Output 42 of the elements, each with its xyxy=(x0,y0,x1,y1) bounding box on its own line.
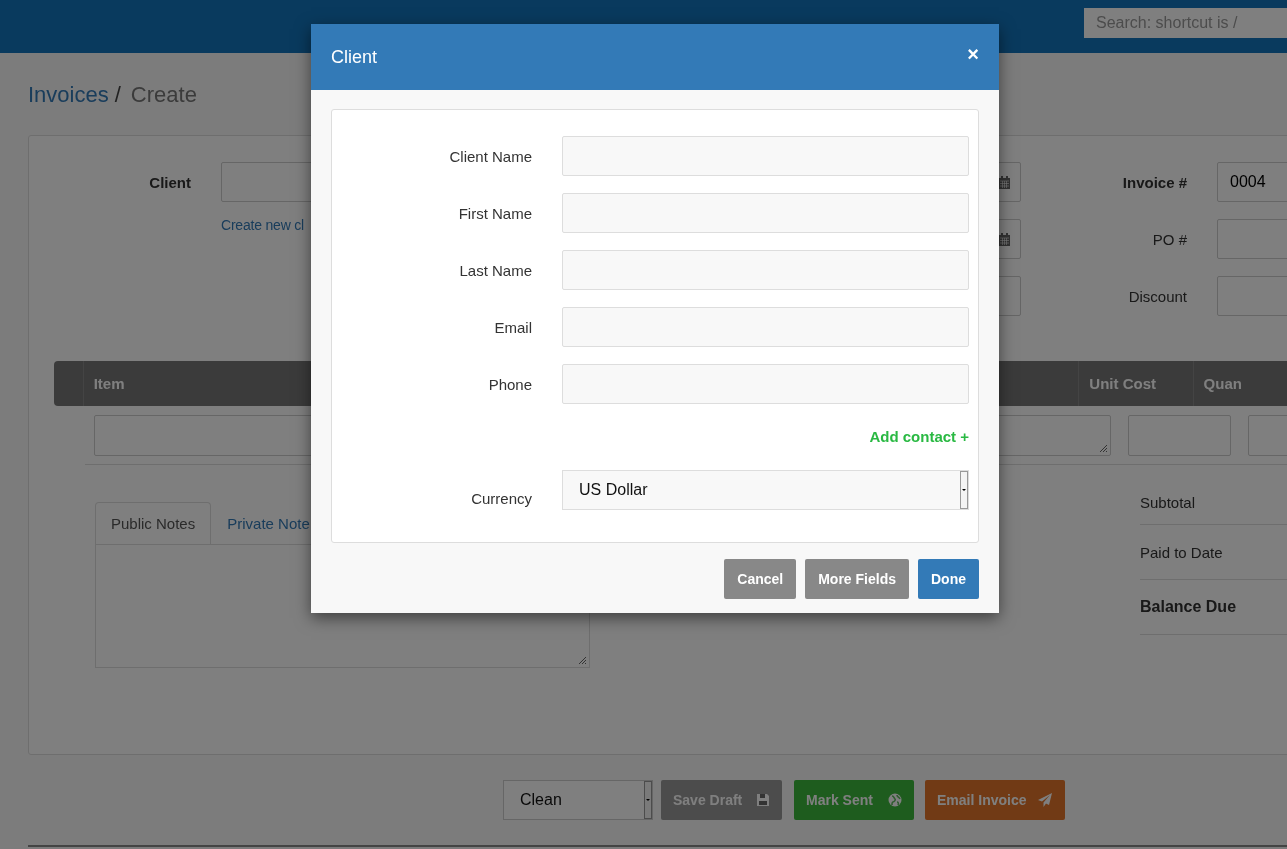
mark-sent-button[interactable]: Mark Sent xyxy=(794,780,914,820)
resize-grip-icon xyxy=(578,656,587,665)
client-label: Client xyxy=(148,172,191,193)
dialog-button[interactable]: Done xyxy=(918,559,979,599)
total-label: Balance Due xyxy=(1140,598,1237,616)
dialog-button[interactable]: More Fields xyxy=(805,559,909,599)
paper-plane-icon xyxy=(1038,793,1053,807)
text-field[interactable] xyxy=(562,307,969,347)
add-contact-link[interactable]: Add contact + xyxy=(869,428,969,445)
dialog-title: Client xyxy=(331,46,378,68)
breadcrumb-link[interactable]: Invoices xyxy=(28,81,109,108)
text-field[interactable] xyxy=(562,364,969,404)
unit-cost-field[interactable] xyxy=(1128,415,1231,456)
column-header: Unit Cost xyxy=(1079,361,1194,406)
text-field[interactable]: 0004 xyxy=(1217,162,1287,202)
email-invoice-button[interactable]: Email Invoice xyxy=(925,780,1065,820)
text-field[interactable] xyxy=(562,250,969,290)
field-label: Client Name xyxy=(448,146,532,167)
close-button[interactable]: × xyxy=(965,42,981,66)
dialog-button[interactable]: Cancel xyxy=(724,559,797,599)
currency-select[interactable]: US Dollar xyxy=(562,470,969,510)
field-label: Invoice # xyxy=(1121,172,1187,193)
total-label: Subtotal xyxy=(1140,493,1196,511)
text-field[interactable] xyxy=(562,136,969,176)
total-label: Paid to Date xyxy=(1140,543,1223,561)
resize-grip-icon xyxy=(1099,444,1109,453)
globe-icon xyxy=(888,793,902,807)
caret-icon xyxy=(644,781,652,819)
field-label: Last Name xyxy=(458,260,532,281)
breadcrumb-separator: / xyxy=(114,81,121,108)
field-label: PO # xyxy=(1151,229,1187,250)
field-label: First Name xyxy=(457,203,532,224)
notes-tab[interactable]: Public Notes xyxy=(95,502,212,544)
caret-icon xyxy=(960,471,968,509)
text-field[interactable] xyxy=(562,193,969,233)
field-label: Currency xyxy=(470,488,532,509)
field-label: Email xyxy=(493,317,532,338)
column-header: Quan xyxy=(1193,361,1287,406)
field-label: Discount xyxy=(1127,286,1187,307)
status-select[interactable]: Clean xyxy=(503,780,653,820)
field-label: Phone xyxy=(487,374,532,395)
breadcrumb-current: Create xyxy=(130,81,197,108)
